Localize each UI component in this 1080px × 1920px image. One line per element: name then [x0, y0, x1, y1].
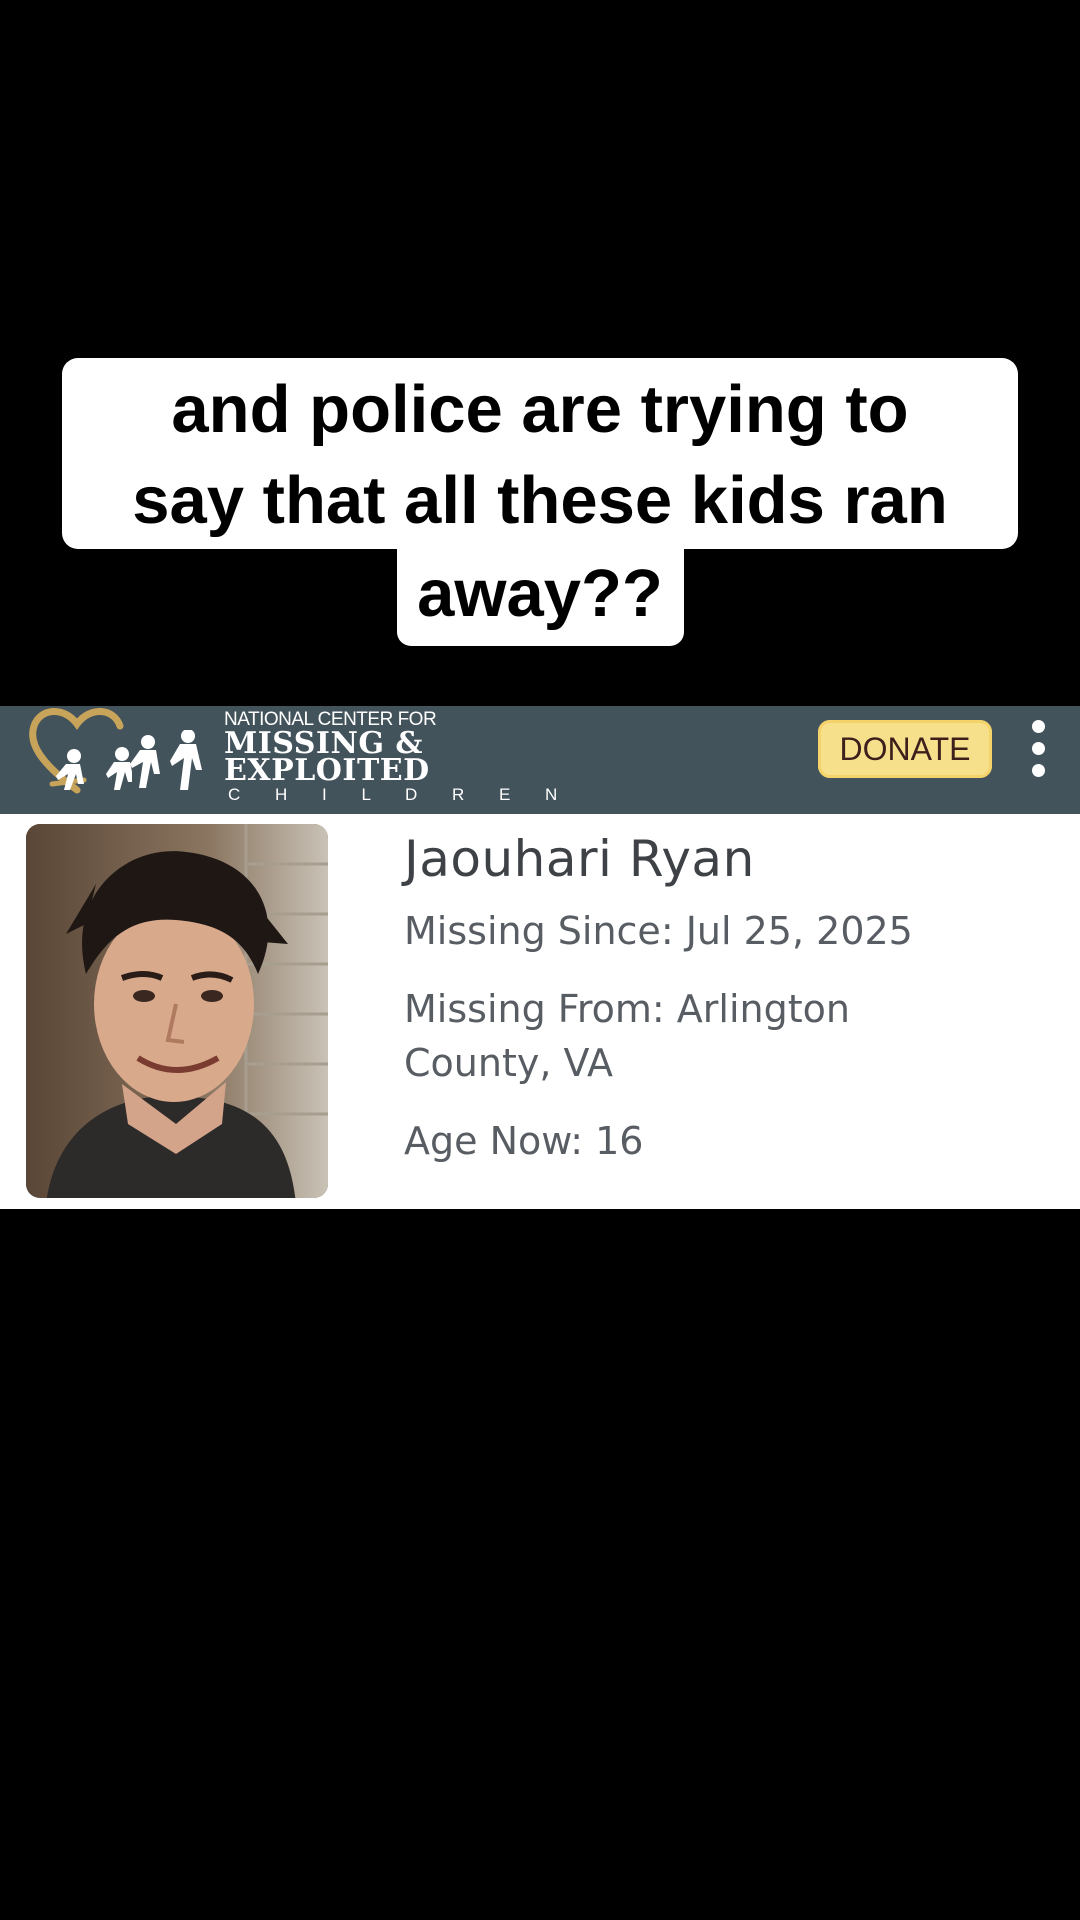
org-logo-text: NATIONAL CENTER FOR MISSING & EXPLOITED … — [224, 710, 572, 806]
person-info: Jaouhari Ryan Missing Since: Jul 25, 202… — [404, 828, 1044, 1192]
heart-children-logo-icon — [29, 708, 132, 794]
portrait-photo — [26, 824, 328, 1198]
caption-line-2: say that all these kids ran — [62, 455, 1018, 549]
missing-from: Missing From: Arlington County, VA — [404, 987, 850, 1085]
donate-button[interactable]: DONATE — [818, 720, 992, 778]
caption-overlay: and police are trying to say that all th… — [0, 358, 1080, 646]
missing-since: Missing Since: Jul 25, 2025 — [404, 909, 913, 953]
ncmec-screenshot: NATIONAL CENTER FOR MISSING & EXPLOITED … — [0, 706, 1080, 1209]
running-children-icon — [130, 730, 202, 790]
org-line-exploited: EXPLOITED — [224, 753, 430, 788]
kebab-menu-icon[interactable] — [1026, 720, 1050, 786]
person-name: Jaouhari Ryan — [404, 830, 755, 888]
caption-line-3: away?? — [396, 548, 684, 646]
age-now: Age Now: 16 — [404, 1119, 644, 1163]
portrait-photo-image — [26, 824, 328, 1198]
site-header: NATIONAL CENTER FOR MISSING & EXPLOITED … — [0, 706, 1080, 814]
missing-person-card: Jaouhari Ryan Missing Since: Jul 25, 202… — [0, 814, 1080, 1209]
org-line-children: C H I L D R E N — [228, 785, 573, 804]
caption-line-1: and police are trying to — [62, 358, 1018, 456]
